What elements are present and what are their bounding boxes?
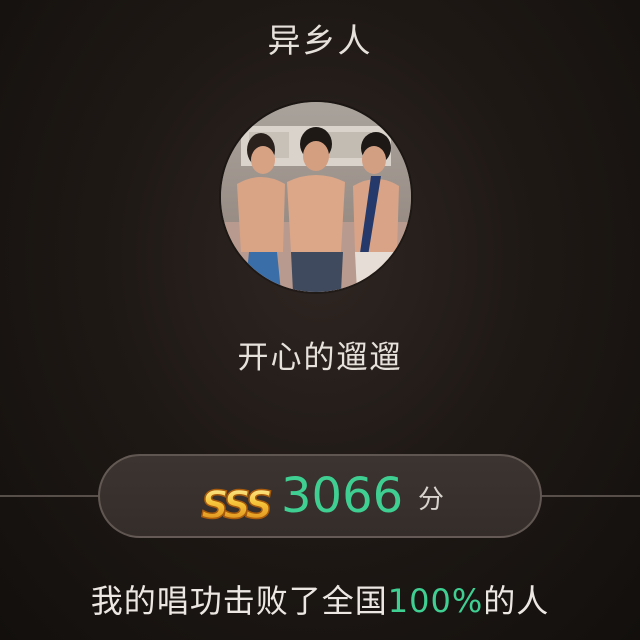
divider-left	[0, 495, 99, 497]
avatar-photo-icon	[221, 102, 411, 292]
result-summary: 我的唱功击败了全国100%的人	[0, 576, 640, 622]
grade-badge: SSS	[190, 470, 280, 530]
score-value: 3066	[281, 468, 404, 524]
summary-percent: 100%	[387, 582, 484, 620]
summary-suffix: 的人	[483, 582, 550, 620]
user-name: 开心的遛遛	[237, 340, 403, 376]
score-unit: 分	[418, 485, 445, 515]
user-avatar[interactable]	[221, 102, 411, 292]
divider-right	[541, 495, 640, 497]
summary-prefix: 我的唱功击败了全国	[90, 582, 388, 620]
song-title: 异乡人	[267, 21, 373, 60]
grade-text: SSS	[201, 483, 271, 527]
